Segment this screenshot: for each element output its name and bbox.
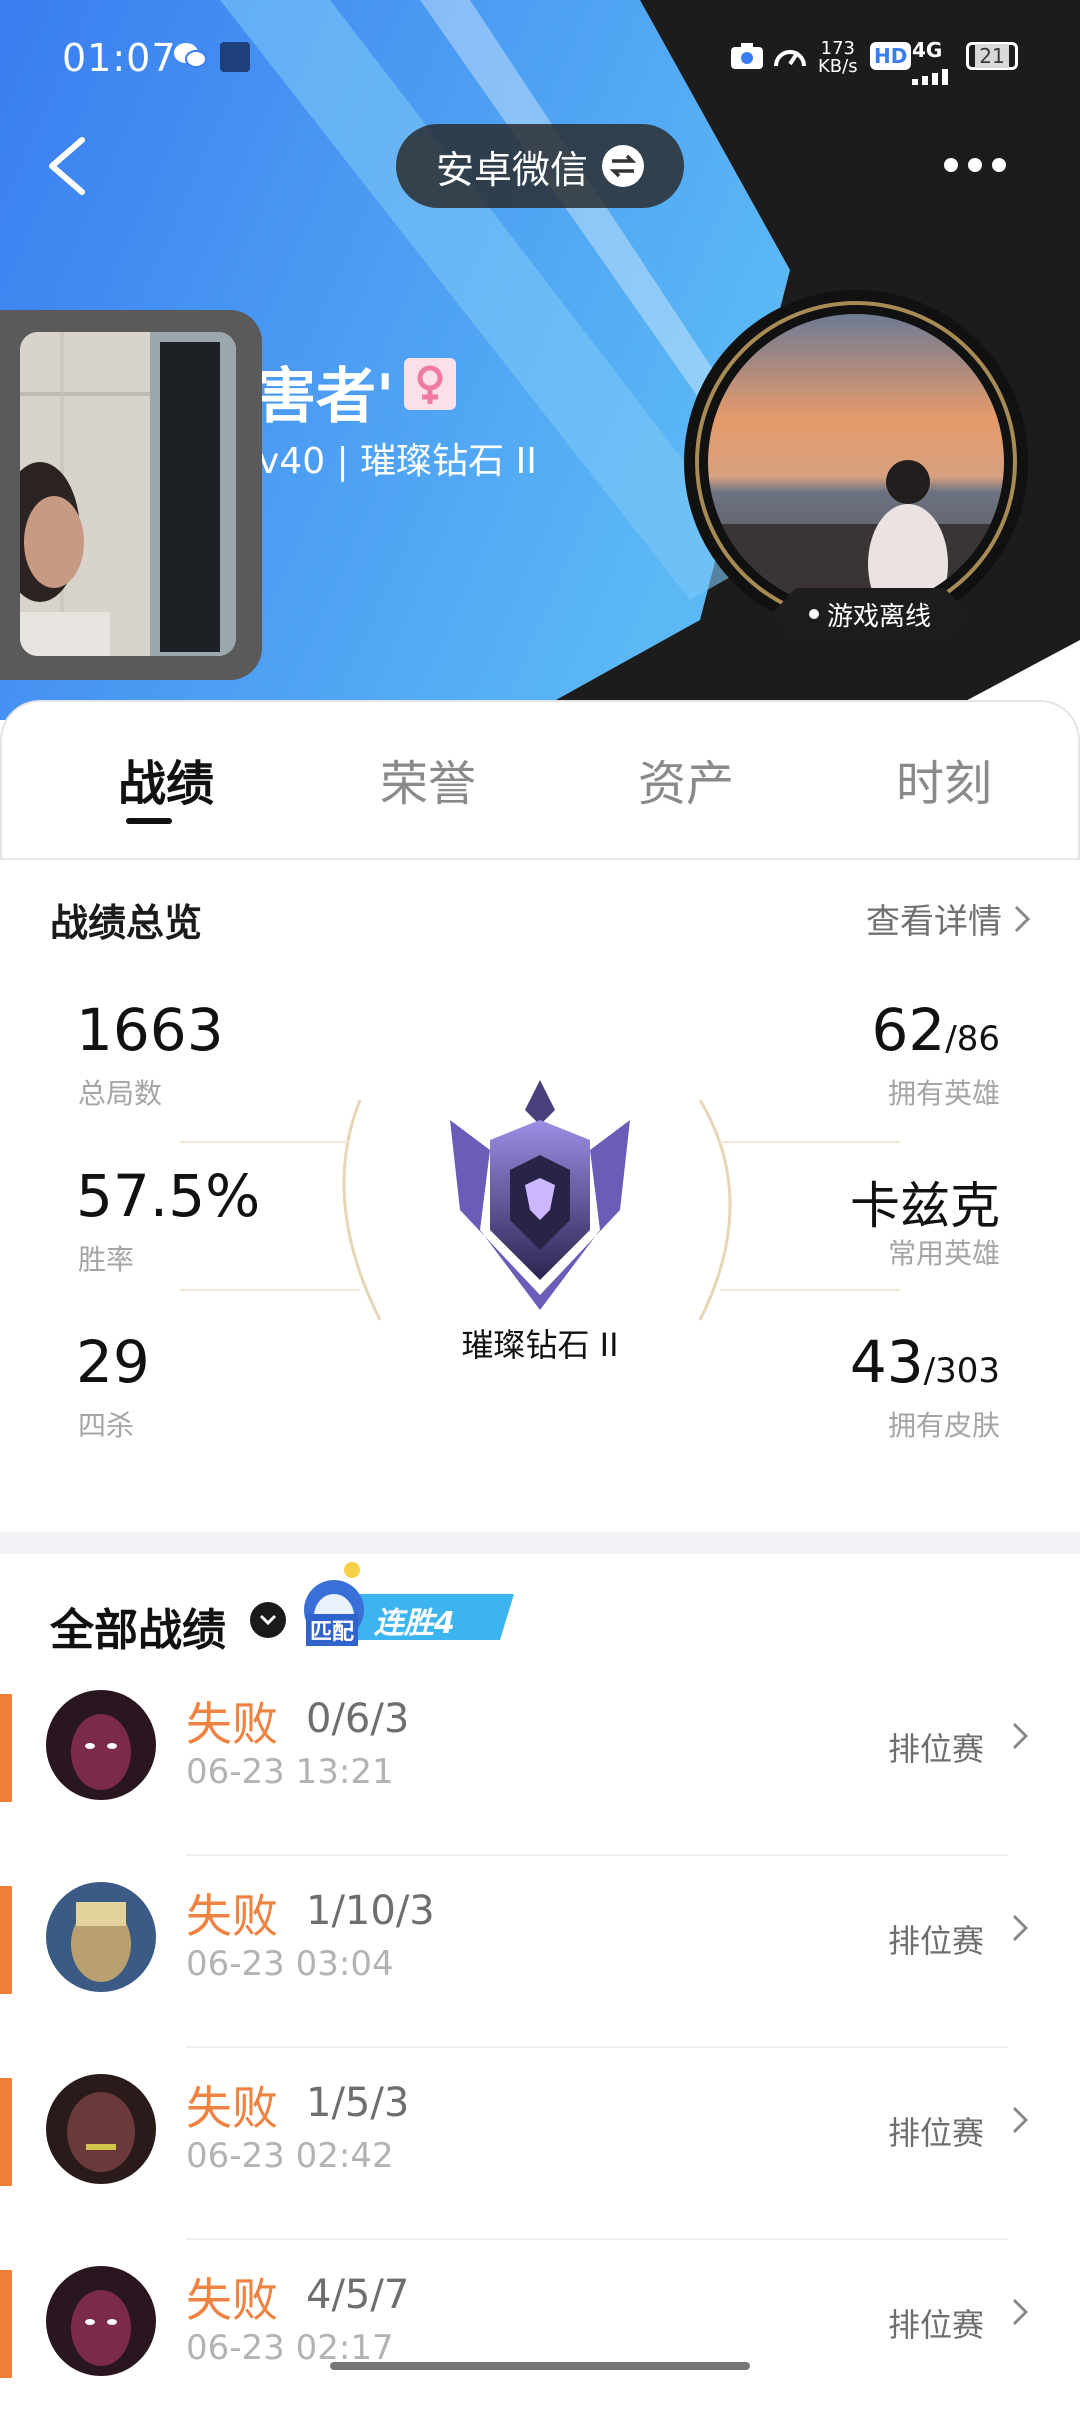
match-kda: 0/6/3: [306, 1696, 410, 1742]
match-row[interactable]: 失败 4/5/7 06-23 02:17 排位赛: [0, 2242, 1080, 2432]
match-result: 失败: [186, 1889, 278, 1943]
skins-owned-label: 拥有皮肤: [887, 1409, 1000, 1442]
match-row[interactable]: 失败 0/6/3 06-23 13:21 排位赛: [0, 1666, 1080, 1856]
match-time: 06-23 13:21: [186, 1752, 394, 1792]
online-status-badge: 游戏离线: [772, 588, 968, 640]
wechat-icon: [172, 40, 208, 80]
more-dot-icon: [992, 158, 1006, 172]
rank-emblem-icon[interactable]: [430, 1080, 650, 1324]
tab-moments[interactable]: 时刻: [896, 744, 992, 814]
loss-indicator-bar: [0, 2078, 12, 2186]
chevron-right-icon: [1012, 2298, 1029, 2326]
status-dot-icon: [808, 609, 819, 619]
match-kda: 1/10/3: [306, 1888, 435, 1934]
net-speed: 173 KB/s: [818, 38, 858, 77]
row-divider: [186, 2046, 1008, 2048]
row-divider: [186, 1854, 1008, 1856]
camera-icon: [730, 42, 764, 78]
hero-avatar: [46, 2266, 156, 2376]
speed-icon: [772, 40, 808, 80]
chevron-right-icon: [1012, 2106, 1029, 2134]
status-bar: 01:07 173 KB/s HD 4G 21: [0, 0, 1080, 120]
more-menu-button[interactable]: [944, 148, 1024, 182]
chevron-right-icon: [1012, 1914, 1029, 1942]
match-result: 失败: [186, 1697, 278, 1751]
profile-tabs: 战绩 荣誉 资产 时刻: [0, 700, 1080, 860]
rank-name: 璀璨钻石 II: [461, 1326, 619, 1364]
status-time: 01:07: [62, 36, 177, 80]
battery-icon: 21: [966, 42, 1018, 70]
match-time: 06-23 02:42: [186, 2136, 394, 2176]
profile-header: 01:07 173 KB/s HD 4G 21 安卓微信 害者' v40 | 璀…: [0, 0, 1080, 720]
hero-avatar: [46, 1882, 156, 1992]
match-row[interactable]: 失败 1/5/3 06-23 02:42 排位赛: [0, 2050, 1080, 2240]
account-switch-label: 安卓微信: [435, 147, 588, 192]
hero-avatar: [46, 2074, 156, 2184]
overview-title: 战绩总览: [50, 901, 203, 945]
quadra-kills-label: 四杀: [78, 1409, 135, 1442]
player-name: 害者': [256, 362, 395, 432]
player-avatar[interactable]: [684, 290, 1028, 634]
heroes-owned-count: 62: [871, 996, 946, 1064]
tab-honor[interactable]: 荣誉: [380, 744, 476, 814]
floating-video-window[interactable]: [0, 310, 262, 680]
tab-assets[interactable]: 资产: [638, 744, 734, 814]
skins-owned-total: /303: [923, 1351, 1000, 1391]
section-divider: [0, 1532, 1080, 1554]
match-kda: 1/5/3: [306, 2080, 410, 2126]
game-app-icon: [220, 42, 250, 72]
swap-icon: [602, 145, 644, 187]
account-switch-button[interactable]: 安卓微信: [396, 124, 684, 208]
chevron-right-icon: [1014, 905, 1031, 932]
badge-mode-label: 匹配: [306, 1614, 359, 1646]
badge-streak-label: 连胜4: [374, 1606, 455, 1641]
total-games-value: 1663: [76, 996, 224, 1064]
chevron-right-icon: [1012, 1722, 1029, 1750]
tab-record[interactable]: 战绩: [118, 744, 214, 814]
more-dot-icon: [968, 158, 982, 172]
chevron-left-icon: [49, 137, 85, 195]
all-matches-title[interactable]: 全部战绩: [50, 1594, 226, 1658]
view-details-link[interactable]: 查看详情: [866, 894, 1032, 943]
match-mode: 排位赛: [887, 2114, 984, 2152]
loss-indicator-bar: [0, 1886, 12, 1994]
view-details-label: 查看详情: [866, 902, 1002, 942]
heroes-owned-total: /86: [945, 1019, 1000, 1059]
hd-badge: HD: [870, 42, 912, 70]
back-button[interactable]: [40, 120, 100, 210]
online-status-text: 游戏离线: [826, 601, 931, 632]
match-result: 失败: [186, 2273, 278, 2327]
signal-icon: [912, 58, 958, 93]
match-mode: 排位赛: [887, 1922, 984, 1960]
match-mode: 排位赛: [887, 2306, 984, 2344]
match-mode: 排位赛: [887, 1730, 984, 1768]
player-level-rank: v40 | 璀璨钻石 II: [258, 441, 537, 482]
match-kda: 4/5/7: [306, 2272, 410, 2318]
heroes-owned-value: 62/86: [871, 996, 1000, 1064]
win-streak-badge: 匹配 连胜4: [300, 1558, 520, 1646]
video-feed: [20, 332, 236, 656]
female-gender-icon: [404, 358, 456, 410]
hero-avatar: [46, 1690, 156, 1800]
match-result: 失败: [186, 2081, 278, 2135]
more-dot-icon: [944, 158, 958, 172]
avatar-photo: [708, 314, 1004, 610]
match-time: 06-23 03:04: [186, 1944, 394, 1984]
row-divider: [186, 2238, 1008, 2240]
filter-dropdown-icon[interactable]: [250, 1602, 286, 1638]
tab-active-indicator: [126, 818, 172, 824]
home-indicator[interactable]: [330, 2362, 750, 2370]
match-row[interactable]: 失败 1/10/3 06-23 03:04 排位赛: [0, 1858, 1080, 2048]
battery-level: 21: [975, 44, 1009, 68]
loss-indicator-bar: [0, 2270, 12, 2378]
loss-indicator-bar: [0, 1694, 12, 1802]
